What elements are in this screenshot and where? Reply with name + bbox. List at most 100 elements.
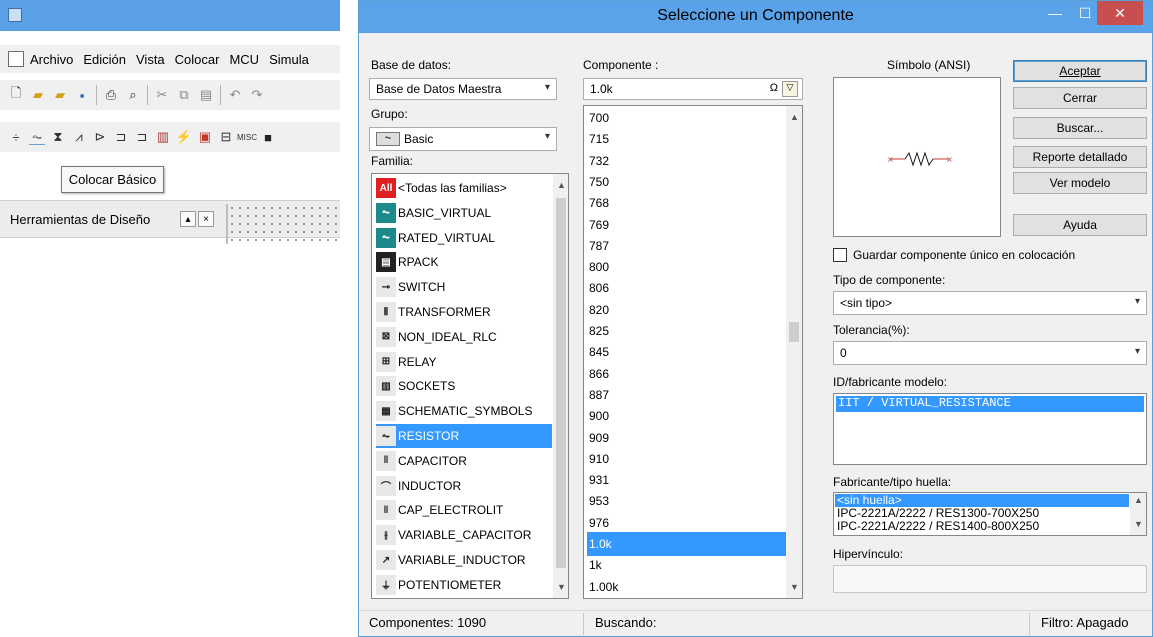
component-list-item[interactable]: 887 [587, 383, 786, 407]
component-list-item[interactable]: 976 [587, 511, 786, 535]
close-icon[interactable]: × [198, 211, 214, 227]
ttl-icon[interactable]: ⊐ [113, 129, 129, 145]
model-list[interactable]: IIT / VIRTUAL_RESISTANCE [833, 393, 1147, 465]
open-folder-icon[interactable]: ▰ [30, 87, 46, 103]
family-scrollbar[interactable]: ▲ ▼ [553, 174, 568, 598]
diode-icon[interactable]: ⧗ [50, 129, 66, 145]
family-item-todas-las-familias[interactable]: All <Todas las familias> [376, 176, 507, 200]
peripheral-icon[interactable]: ■ [260, 129, 276, 145]
database-select[interactable]: Base de Datos Maestra ▾ [369, 78, 557, 100]
scroll-up-icon[interactable]: ▲ [790, 112, 799, 122]
component-list-item[interactable]: 1.00k [587, 575, 786, 598]
family-item-cap-electrolit[interactable]: ‖ CAP_ELECTROLIT [376, 498, 503, 522]
family-scroll-thumb[interactable] [556, 198, 566, 568]
component-list-item[interactable]: 910 [587, 447, 786, 471]
misc-digital-icon[interactable]: ⊟ [218, 129, 234, 145]
component-list-item[interactable]: 820 [587, 298, 786, 322]
family-item-variable-capacitor[interactable]: ⫲ VARIABLE_CAPACITOR [376, 523, 531, 547]
component-type-select[interactable]: <sin tipo> ▾ [833, 291, 1147, 315]
component-list-item[interactable]: 931 [587, 468, 786, 492]
view-model-button[interactable]: Ver modelo [1013, 172, 1147, 194]
paste-icon[interactable]: ▤ [198, 87, 214, 103]
cut-icon[interactable]: ✂ [154, 87, 170, 103]
family-item-resistor[interactable]: ⏦ RESISTOR [376, 424, 552, 448]
menu-simular[interactable]: Simula [269, 52, 309, 67]
component-list-item[interactable]: 900 [587, 404, 786, 428]
footprint-scrollbar[interactable]: ▲ ▼ [1130, 493, 1146, 535]
component-scrollbar[interactable]: ▲ ▼ [786, 106, 802, 598]
pin-icon[interactable]: ▴ [180, 211, 196, 227]
cmos-icon[interactable]: ⊐ [134, 129, 150, 145]
new-file-icon[interactable]: 🗋 [8, 85, 24, 103]
scroll-up-icon[interactable]: ▲ [1134, 495, 1143, 505]
family-item-transformer[interactable]: ⦀ TRANSFORMER [376, 300, 491, 324]
print-icon[interactable]: ⎙ [103, 87, 119, 103]
family-item-non-ideal-rlc[interactable]: ⊠ NON_IDEAL_RLC [376, 325, 497, 349]
family-item-basic-virtual[interactable]: ⏦ BASIC_VIRTUAL [376, 201, 491, 225]
scroll-down-icon[interactable]: ▼ [1134, 519, 1143, 529]
source-icon[interactable]: ÷ [8, 129, 24, 145]
family-item-inductor[interactable]: ⌒ INDUCTOR [376, 474, 461, 498]
component-list-item[interactable]: 768 [587, 191, 786, 215]
family-item-sockets[interactable]: ▥ SOCKETS [376, 374, 455, 398]
component-list-item[interactable]: 845 [587, 340, 786, 364]
tolerance-select[interactable]: 0 ▾ [833, 341, 1147, 365]
family-item-variable-inductor[interactable]: ↗ VARIABLE_INDUCTOR [376, 548, 526, 572]
search-button[interactable]: Buscar... [1013, 117, 1147, 139]
component-list-item[interactable]: 750 [587, 170, 786, 194]
component-list-item[interactable]: 825 [587, 319, 786, 343]
minimize-button[interactable]: — [1041, 1, 1069, 25]
hyperlink-field[interactable] [833, 565, 1147, 593]
close-dialog-button[interactable]: Cerrar [1013, 87, 1147, 109]
print-preview-icon[interactable]: ⌕ [125, 87, 141, 103]
component-scroll-thumb[interactable] [789, 322, 799, 342]
maximize-button[interactable]: ☐ [1071, 1, 1099, 25]
family-item-switch[interactable]: ⊸ SWITCH [376, 275, 445, 299]
indicator-icon[interactable]: ▣ [197, 129, 213, 145]
family-item-rated-virtual[interactable]: ⏦ RATED_VIRTUAL [376, 226, 495, 250]
footprint-list[interactable]: <sin huella> IPC-2221A/2222 / RES1300-70… [833, 492, 1147, 536]
misc-icon[interactable]: MISC [237, 129, 257, 145]
document-menu-icon[interactable] [8, 51, 24, 67]
menu-colocar[interactable]: Colocar [175, 52, 220, 67]
redo-icon[interactable]: ↷ [249, 87, 265, 103]
menu-archivo[interactable]: Archivo [30, 52, 73, 67]
family-list[interactable]: ⏚ POTENTIOMETER ↗ VARIABLE_INDUCTOR ⫲ VARIABL… [371, 173, 569, 599]
component-list-item[interactable]: 806 [587, 276, 786, 300]
open-sample-icon[interactable]: ▰ [52, 87, 68, 103]
family-item-capacitor[interactable]: ‖ CAPACITOR [376, 449, 467, 473]
mixed-icon[interactable]: ▥ [155, 129, 171, 145]
component-list-item[interactable]: 800 [587, 255, 786, 279]
component-list-item[interactable]: 769 [587, 213, 786, 237]
help-button[interactable]: Ayuda [1013, 214, 1147, 236]
copy-icon[interactable]: ⧉ [176, 87, 192, 103]
menu-mcu[interactable]: MCU [229, 52, 259, 67]
component-list-item[interactable]: 866 [587, 362, 786, 386]
family-item-schematic-symbols[interactable]: ▦ SCHEMATIC_SYMBOLS [376, 399, 532, 423]
menu-edicion[interactable]: Edición [83, 52, 126, 67]
undo-icon[interactable]: ↶ [227, 87, 243, 103]
menu-vista[interactable]: Vista [136, 52, 165, 67]
model-list-item[interactable]: IIT / VIRTUAL_RESISTANCE [836, 396, 1144, 412]
analog-icon[interactable]: ⊳ [92, 129, 108, 145]
component-list-item[interactable]: 700 [587, 106, 786, 130]
component-list-item[interactable]: 909 [587, 426, 786, 450]
component-list[interactable]: 1.00k 1k 1.0k 976 953 931 910 909 900 887 866 845 82… [583, 105, 803, 599]
group-select[interactable]: ⏦ Basic ▾ [369, 127, 557, 151]
filter-icon[interactable]: ▽ [782, 81, 798, 97]
family-item-rpack[interactable]: ▤ RPACK [376, 250, 438, 274]
ohm-icon[interactable]: Ω [770, 82, 778, 94]
scroll-down-icon[interactable]: ▼ [557, 582, 566, 592]
component-list-item[interactable]: 1.0k [587, 532, 786, 556]
family-item-potentiometer[interactable]: ⏚ POTENTIOMETER [376, 573, 501, 597]
accept-button[interactable]: Aceptar [1013, 60, 1147, 82]
schematic-canvas[interactable] [226, 204, 340, 244]
component-input[interactable]: 1.0k Ω ▽ [583, 78, 803, 100]
save-icon[interactable]: ▪ [74, 87, 90, 103]
detailed-report-button[interactable]: Reporte detallado [1013, 146, 1147, 168]
save-unique-checkbox[interactable] [833, 248, 847, 262]
component-list-item[interactable]: 787 [587, 234, 786, 258]
component-list-item[interactable]: 732 [587, 149, 786, 173]
transistor-icon[interactable]: ⩘ [71, 129, 87, 145]
close-button[interactable]: ✕ [1097, 1, 1143, 25]
